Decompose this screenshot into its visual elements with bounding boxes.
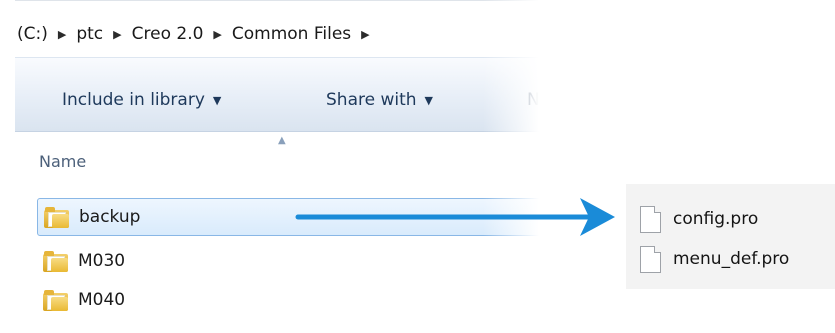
file-name: config.pro [673, 209, 759, 229]
backup-contents-panel: config.pro menu_def.pro [626, 184, 835, 289]
file-item-config[interactable]: config.pro [640, 202, 758, 236]
document-icon [640, 245, 661, 273]
file-name: menu_def.pro [673, 249, 790, 269]
file-item-menu-def[interactable]: menu_def.pro [640, 242, 789, 276]
document-icon [640, 205, 661, 233]
